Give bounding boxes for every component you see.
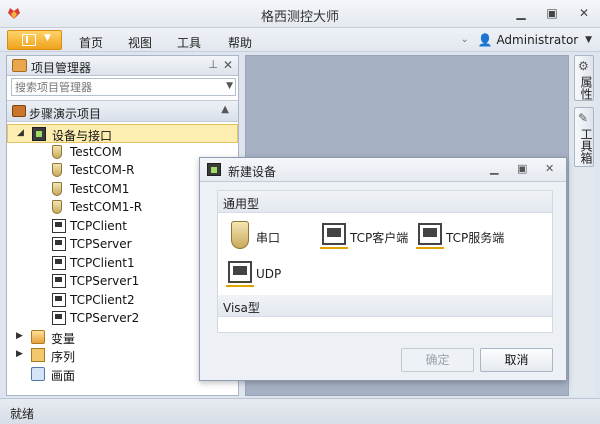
device-tcp-client[interactable]: TCP客户端 xyxy=(320,221,422,251)
group-general: 通用型 xyxy=(218,191,552,213)
device-icon xyxy=(207,163,221,176)
tree-item-label: 变量 xyxy=(51,331,76,346)
menu-bar: ▼ 首页 视图 工具 帮助 ⌄ 👤 Administrator ▼ xyxy=(0,28,600,52)
serial-port-icon xyxy=(52,181,62,196)
tree-item-label: TestCOM xyxy=(70,144,122,159)
chevron-down-icon: ▼ xyxy=(44,33,51,43)
close-icon[interactable]: ✕ xyxy=(223,58,233,72)
tab-properties[interactable]: ⚙ 属性 xyxy=(574,55,594,101)
collapse-icon[interactable]: ▲ xyxy=(221,104,229,115)
user-name: Administrator xyxy=(496,32,579,47)
device-serial-label: 串口 xyxy=(256,231,281,245)
project-manager-icon xyxy=(12,59,27,72)
project-icon xyxy=(12,105,26,117)
menu-view[interactable]: 视图 xyxy=(128,34,152,51)
tree-item-label: 画面 xyxy=(51,368,76,383)
right-tool-strip: ⚙ 属性 ✎ 工具箱 xyxy=(573,55,595,396)
status-bar: 就绪 xyxy=(0,398,600,424)
new-device-dialog: 新建设备 ▁ ▣ ✕ 通用型 串口 TCP客户端 TCP服务端 UDP Visa… xyxy=(199,157,567,381)
chevron-down-icon: ⌄ xyxy=(460,34,469,45)
tree-item-label: TCPClient1 xyxy=(70,255,135,270)
tree-item-label: 设备与接口 xyxy=(52,129,113,143)
pin-icon[interactable]: ⊥ xyxy=(208,58,218,71)
tree-item-label: TCPServer1 xyxy=(70,274,140,288)
project-title: 步骤演示项目 xyxy=(29,107,102,121)
menu-home[interactable]: 首页 xyxy=(79,34,103,51)
menu-help[interactable]: 帮助 xyxy=(228,34,252,51)
menu-tools[interactable]: 工具 xyxy=(177,34,201,51)
panel-title: 项目管理器 xyxy=(31,61,92,75)
dialog-maximize-button[interactable]: ▣ xyxy=(517,162,527,175)
dialog-title: 新建设备 xyxy=(228,165,277,179)
minimize-button[interactable]: ▁ xyxy=(512,5,530,21)
tree-item-label: 序列 xyxy=(51,350,76,364)
title-bar: 格西测控大师 ▁ ▣ ✕ xyxy=(0,0,600,28)
tools-icon: ✎ xyxy=(578,111,589,125)
tree-item-label: TestCOM-R xyxy=(70,163,135,177)
maximize-button[interactable]: ▣ xyxy=(543,5,561,21)
tree-item-label: TestCOM1-R xyxy=(70,200,143,214)
screen-icon xyxy=(31,366,45,381)
project-header[interactable]: 步骤演示项目 ▲ xyxy=(7,100,238,122)
device-udp-label: UDP xyxy=(256,267,282,281)
tree-item-label: TCPServer2 xyxy=(70,311,140,325)
tree-item-label: TestCOM1 xyxy=(70,181,130,196)
tree-item-devices[interactable]: ◢ 设备与接口 xyxy=(7,124,238,143)
cancel-button[interactable]: 取消 xyxy=(480,348,553,372)
network-port-icon xyxy=(52,292,66,307)
window-title: 格西测控大师 xyxy=(260,10,339,25)
dialog-title-bar: 新建设备 ▁ ▣ ✕ xyxy=(200,158,566,182)
serial-port-icon xyxy=(52,144,62,159)
status-text: 就绪 xyxy=(10,407,35,421)
group-general-label: 通用型 xyxy=(223,197,260,211)
device-serial[interactable]: 串口 xyxy=(228,221,308,251)
search-input[interactable] xyxy=(12,79,217,95)
network-port-icon xyxy=(416,223,444,249)
group-visa: Visa型 xyxy=(218,295,552,317)
gear-icon: ⚙ xyxy=(578,59,589,73)
tab-toolbox[interactable]: ✎ 工具箱 xyxy=(574,107,594,167)
tab-properties-label: 属性 xyxy=(579,76,593,100)
expand-icon[interactable]: ◢ xyxy=(17,128,27,138)
tree-item-label: TCPServer xyxy=(70,237,132,251)
ok-button[interactable]: 确定 xyxy=(401,348,474,372)
search-dropdown-icon[interactable]: ▼ xyxy=(226,81,233,91)
network-port-icon xyxy=(52,237,66,251)
network-port-icon xyxy=(52,255,66,270)
variables-icon xyxy=(31,329,45,344)
serial-port-icon xyxy=(231,221,249,249)
device-udp[interactable]: UDP xyxy=(226,259,308,289)
device-tcp-server-label: TCP服务端 xyxy=(446,231,505,245)
search-box: ▼ xyxy=(11,78,236,96)
app-menu-icon xyxy=(22,34,36,46)
user-icon: 👤 xyxy=(477,32,493,47)
device-tcp-server[interactable]: TCP服务端 xyxy=(416,221,528,251)
expand-icon[interactable]: ▶ xyxy=(16,331,26,341)
close-button[interactable]: ✕ xyxy=(575,5,593,21)
device-type-list: 通用型 串口 TCP客户端 TCP服务端 UDP Visa型 xyxy=(217,190,553,333)
tab-toolbox-label: 工具箱 xyxy=(579,128,593,164)
network-port-icon xyxy=(52,311,66,325)
user-dropdown-icon: ▼ xyxy=(585,34,592,45)
group-visa-label: Visa型 xyxy=(223,301,260,315)
tree-item-label: TCPClient xyxy=(70,218,127,233)
network-port-icon xyxy=(52,274,66,288)
network-port-icon xyxy=(226,261,254,287)
tree-item-label: TCPClient2 xyxy=(70,292,135,307)
serial-port-icon xyxy=(52,163,62,177)
serial-port-icon xyxy=(52,200,62,214)
network-port-icon xyxy=(52,218,66,233)
app-menu-button[interactable]: ▼ xyxy=(7,30,62,50)
network-port-icon xyxy=(320,223,348,249)
dialog-minimize-button[interactable]: ▁ xyxy=(490,162,498,175)
panel-header: 项目管理器 ⊥ ✕ xyxy=(7,56,238,76)
device-folder-icon xyxy=(32,127,46,141)
device-tcp-client-label: TCP客户端 xyxy=(350,231,409,245)
user-menu[interactable]: ⌄ 👤 Administrator ▼ xyxy=(460,32,592,48)
sequence-icon xyxy=(31,348,45,362)
expand-icon[interactable]: ▶ xyxy=(16,349,26,359)
dialog-close-button[interactable]: ✕ xyxy=(545,162,554,175)
